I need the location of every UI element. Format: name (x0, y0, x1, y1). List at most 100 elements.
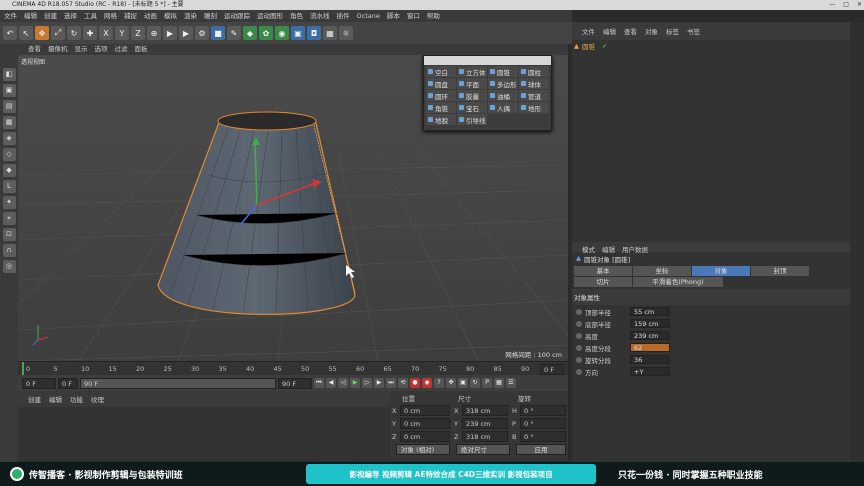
attribute-tab[interactable]: 坐标 (633, 266, 691, 276)
object-menu-item[interactable]: 文件 (582, 26, 595, 36)
playhead[interactable] (22, 362, 24, 375)
loop-icon[interactable]: ⟲ (398, 378, 408, 388)
undo-icon[interactable]: ↶ (3, 26, 17, 40)
axis-x-button[interactable]: X (99, 26, 113, 40)
property-radio-icon[interactable] (576, 356, 582, 363)
polygons-mode-icon[interactable]: ◆ (2, 164, 16, 177)
render-picture-viewer-icon[interactable]: ▶ (179, 26, 193, 40)
rotate-icon[interactable]: ↻ (67, 26, 81, 40)
object-menu-item[interactable]: 书签 (687, 26, 700, 36)
scene-icon[interactable]: ▣ (291, 26, 305, 40)
menu-item[interactable]: 角色 (290, 10, 303, 22)
object-menu-item[interactable]: 对象 (645, 26, 658, 36)
menu-item[interactable]: 插件 (337, 10, 350, 22)
array-icon[interactable]: ✿ (259, 26, 273, 40)
primitive-item[interactable]: 圆环 (426, 90, 456, 101)
camera-icon[interactable]: ◘ (307, 26, 321, 40)
pla-key-icon[interactable]: ▦ (494, 378, 504, 388)
primitive-item[interactable]: 管道 (519, 90, 549, 101)
visibility-icon[interactable]: ✓ (602, 42, 607, 50)
primitive-item[interactable]: 球体 (519, 78, 549, 89)
primitive-item[interactable]: 地貌 (426, 114, 456, 125)
menu-item[interactable]: 动画 (144, 10, 157, 22)
maximize-icon[interactable]: □ (843, 0, 849, 10)
prev-key-icon[interactable]: ◀ (326, 378, 336, 388)
object-menu-item[interactable]: 查看 (624, 26, 637, 36)
play-icon[interactable]: ▶ (350, 378, 360, 388)
property-value[interactable]: 55 cm (630, 307, 670, 316)
cone-object[interactable] (157, 111, 356, 315)
menu-item[interactable]: Octane (357, 10, 380, 22)
coordinate-system-icon[interactable]: ⊕ (147, 26, 161, 40)
snap-icon[interactable]: ⌖ (2, 212, 16, 225)
axis-mode-icon[interactable]: L (2, 180, 16, 193)
popup-header[interactable] (424, 56, 551, 65)
end-frame-field[interactable]: 90 F (278, 377, 312, 389)
goto-end-icon[interactable]: ⏭ (386, 378, 396, 388)
primitive-item[interactable]: 多边形 (488, 78, 518, 89)
perspective-viewport[interactable]: 透视视图 网格间距 : 100 cm 空白 立方体 圆锥 圆柱 圆盘 平面 多边形 球体 圆环 胶… (18, 55, 568, 361)
size-field[interactable]: 318 cm (462, 405, 508, 416)
primitive-item[interactable]: 平面 (457, 78, 487, 89)
property-value[interactable]: +Y (630, 367, 670, 376)
property-radio-icon[interactable] (576, 308, 582, 315)
primitive-item[interactable]: 宝石 (457, 102, 487, 113)
make-editable-icon[interactable]: ◧ (2, 68, 16, 81)
property-value[interactable]: 239 cm (630, 331, 670, 340)
property-radio-icon[interactable] (576, 368, 582, 375)
primitive-item[interactable]: 空白 (426, 66, 456, 77)
menu-item[interactable]: 渲染 (184, 10, 197, 22)
current-frame-field[interactable]: 0 F (22, 377, 56, 389)
rotation-field[interactable]: 0 ° (520, 431, 566, 442)
workplane-icon[interactable]: ▦ (2, 116, 16, 129)
keyframe-selection-icon[interactable]: ? (434, 378, 444, 388)
record-icon[interactable]: ● (410, 378, 420, 388)
viewport-menu-item[interactable]: 过滤 (115, 44, 128, 55)
model-mode-icon[interactable]: ▣ (2, 84, 16, 97)
property-value[interactable]: 159 cm (630, 319, 670, 328)
sculpt-icon[interactable]: ◎ (2, 260, 16, 273)
position-field[interactable]: 0 cm (400, 405, 450, 416)
property-radio-icon[interactable] (576, 332, 582, 339)
prev-frame-icon[interactable]: ◁ (338, 378, 348, 388)
attribute-tab[interactable]: 平滑着色(Phong) (633, 277, 723, 287)
size-field[interactable]: 239 cm (462, 418, 508, 429)
lock-icon[interactable]: ⊡ (2, 228, 16, 241)
property-value[interactable]: 62 (630, 343, 670, 352)
menu-item[interactable]: 工具 (84, 10, 97, 22)
scale-icon[interactable]: ⤢ (51, 26, 65, 40)
menu-item[interactable]: 模拟 (164, 10, 177, 22)
goto-start-icon[interactable]: ⏮ (314, 378, 324, 388)
attribute-menu-item[interactable]: 用户数据 (622, 244, 648, 254)
timeline-ruler[interactable]: 0 5 10 15 20 25 30 35 40 45 50 55 60 65 70 75 80 85 90 0 F (18, 361, 568, 375)
menu-item[interactable]: 雕刻 (204, 10, 217, 22)
attribute-menu-item[interactable]: 编辑 (602, 244, 615, 254)
cube-icon[interactable]: ■ (211, 26, 225, 40)
magnet-icon[interactable]: ∩ (2, 244, 16, 257)
object-row-cone[interactable]: ▲ 圆锥 ✓ (574, 41, 848, 51)
primitive-item[interactable]: 角锥 (426, 102, 456, 113)
close-icon[interactable]: ✕ (857, 0, 862, 10)
material-menu-item[interactable]: 功能 (70, 394, 83, 404)
material-menu-item[interactable]: 编辑 (49, 394, 62, 404)
menu-item[interactable]: 选择 (64, 10, 77, 22)
rotation-key-icon[interactable]: ↻ (470, 378, 480, 388)
param-key-icon[interactable]: P (482, 378, 492, 388)
next-key-icon[interactable]: ▶ (374, 378, 384, 388)
viewport-menu-item[interactable]: 选项 (95, 44, 108, 55)
position-field[interactable]: 0 cm (400, 418, 450, 429)
material-menu-item[interactable]: 创建 (28, 394, 41, 404)
menu-item[interactable]: 创建 (44, 10, 57, 22)
coord-size-select[interactable]: 绝对尺寸 (456, 444, 510, 455)
attribute-menu-item[interactable]: 模式 (582, 244, 595, 254)
primitive-item[interactable]: 圆锥 (488, 66, 518, 77)
primitive-item[interactable]: 圆柱 (519, 66, 549, 77)
viewport-menu-item[interactable]: 摄像机 (48, 44, 68, 55)
menu-item[interactable]: 捕捉 (124, 10, 137, 22)
menu-item[interactable]: 窗口 (407, 10, 420, 22)
right-side-tabs[interactable] (850, 22, 864, 462)
position-field[interactable]: 0 cm (400, 431, 450, 442)
primitive-item[interactable]: 胶囊 (457, 90, 487, 101)
preview-range-slider[interactable]: 90 F (80, 377, 276, 389)
viewport-menu-item[interactable]: 查看 (28, 44, 41, 55)
